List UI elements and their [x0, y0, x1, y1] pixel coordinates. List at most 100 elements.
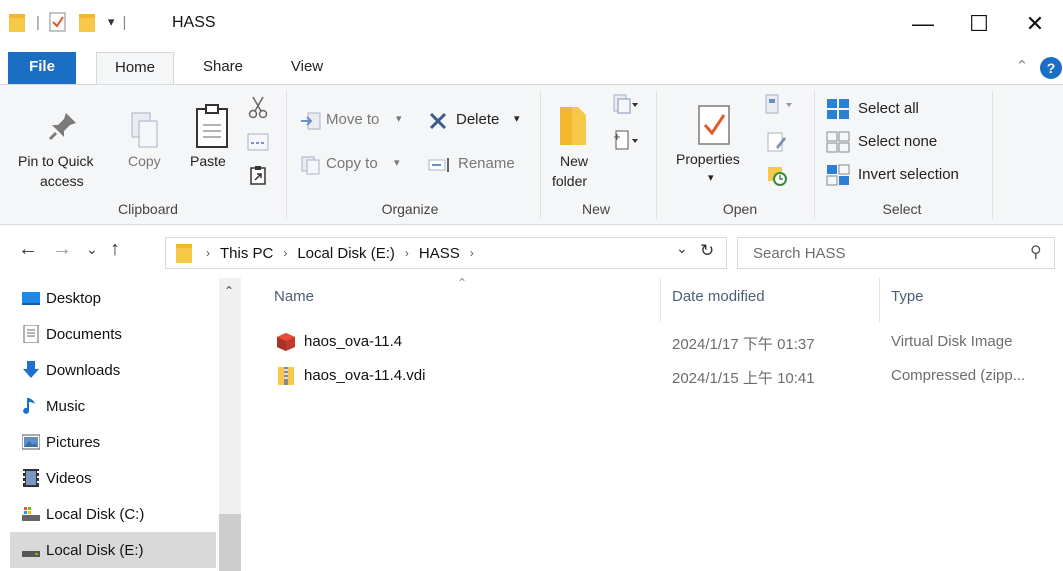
recent-locations-button[interactable]: ⌄ [86, 241, 98, 258]
properties-check-icon[interactable] [48, 11, 68, 33]
select-none-button[interactable]: Select none [826, 130, 976, 156]
column-header-date-modified[interactable]: Date modified [672, 288, 765, 305]
properties-icon [698, 105, 730, 145]
help-glyph: ? [1046, 60, 1056, 76]
sort-indicator-icon: ⌃ [457, 276, 468, 290]
nav-label: Videos [46, 469, 92, 487]
address-bar[interactable]: › This PC › Local Disk (E:) › HASS › ⌄ ↻ [165, 237, 727, 269]
minimize-button[interactable]: — [895, 0, 951, 48]
file-name: haos_ova-11.4.vdi [304, 367, 426, 384]
refresh-button[interactable]: ↻ [700, 241, 714, 261]
paste-shortcut-icon[interactable] [249, 165, 267, 185]
file-list: ⌃ Name Date modified Type haos_ova-11.4 … [262, 276, 1063, 571]
move-to-label: Move to [326, 111, 380, 128]
nav-item-local-disk-c[interactable]: Local Disk (C:) [10, 496, 216, 532]
maximize-button[interactable]: ☐ [951, 0, 1007, 48]
move-to-dropdown: ▾ [396, 113, 402, 125]
folder-icon[interactable] [8, 11, 28, 33]
select-all-label: Select all [858, 100, 919, 117]
search-input[interactable]: Search HASS [753, 245, 846, 262]
nav-item-desktop[interactable]: Desktop [10, 280, 216, 316]
organize-group-label: Organize [381, 201, 439, 217]
breadcrumb-separator[interactable]: › [283, 246, 287, 260]
tab-file[interactable]: File [8, 52, 76, 84]
cut-icon[interactable] [248, 95, 268, 119]
easy-access-icon[interactable] [612, 129, 638, 153]
new-folder-label-line2: folder [552, 173, 588, 189]
nav-item-local-disk-e[interactable]: Local Disk (E:) [10, 532, 216, 568]
breadcrumb-local-disk-e[interactable]: Local Disk (E:) [297, 245, 395, 262]
column-divider[interactable] [660, 278, 661, 322]
nav-label: Downloads [46, 361, 121, 379]
qa-customize-dropdown[interactable]: ▾ [108, 14, 115, 30]
new-folder-icon[interactable] [78, 11, 100, 33]
copy-button[interactable]: Copy [122, 105, 172, 175]
nav-scroll-up-button[interactable]: ⌃ [224, 284, 234, 298]
close-button[interactable]: ✕ [1007, 0, 1063, 48]
copy-path-icon[interactable] [247, 133, 269, 151]
ribbon-separator [540, 91, 541, 219]
column-divider[interactable] [879, 278, 880, 322]
paste-icon [196, 104, 228, 148]
invert-selection-button[interactable]: Invert selection [826, 163, 986, 189]
zip-folder-icon [278, 367, 294, 385]
rename-label: Rename [458, 155, 515, 172]
tab-home[interactable]: Home [96, 52, 174, 85]
nav-item-music[interactable]: Music [10, 388, 216, 424]
tab-view[interactable]: View [276, 52, 338, 84]
breadcrumb-separator[interactable]: › [405, 246, 409, 260]
clipboard-group-label: Clipboard [118, 201, 178, 217]
breadcrumb-separator[interactable]: › [470, 246, 474, 260]
qa-divider: | [122, 13, 127, 31]
nav-item-downloads[interactable]: Downloads [10, 352, 216, 388]
ribbon-separator [286, 91, 287, 219]
edit-icon[interactable] [766, 131, 788, 153]
file-type: Virtual Disk Image [891, 333, 1013, 350]
copy-label: Copy [128, 153, 161, 169]
pin-to-quick-access-button[interactable]: Pin to Quick access [14, 105, 110, 195]
table-row[interactable]: haos_ova-11.4 2024/1/17 下午 01:37 Virtual… [262, 328, 1063, 356]
address-history-dropdown[interactable]: ⌄ [676, 240, 688, 257]
pin-label: Pin to Quick [18, 153, 94, 169]
new-folder-icon [560, 107, 586, 145]
breadcrumb-separator[interactable]: › [206, 246, 210, 260]
open-icon[interactable] [764, 93, 794, 117]
new-folder-button[interactable]: New folder [550, 99, 606, 189]
forward-button[interactable]: → [52, 238, 72, 261]
nav-scrollbar-thumb[interactable] [219, 514, 241, 571]
nav-item-documents[interactable]: Documents [10, 316, 216, 352]
downloads-icon [23, 361, 39, 378]
new-folder-label: New [560, 153, 589, 169]
desktop-icon [22, 292, 40, 305]
properties-button[interactable]: Properties ▾ [672, 99, 758, 189]
paste-button[interactable]: Paste [186, 99, 238, 175]
new-item-icon[interactable] [612, 93, 638, 117]
column-header-type[interactable]: Type [891, 288, 924, 305]
select-all-button[interactable]: Select all [826, 97, 976, 123]
search-icon[interactable]: ⚲ [1030, 242, 1042, 262]
ribbon-separator [814, 91, 815, 219]
breadcrumb-hass[interactable]: HASS [419, 245, 460, 262]
breadcrumb-this-pc[interactable]: This PC [220, 245, 273, 262]
nav-label: Music [46, 397, 86, 415]
select-all-icon [827, 99, 849, 119]
select-none-label: Select none [858, 133, 938, 150]
help-icon[interactable]: ? [1040, 57, 1062, 79]
collapse-ribbon-button[interactable]: ⌃ [1012, 52, 1032, 84]
history-icon[interactable] [766, 165, 788, 187]
copy-to-button[interactable]: Copy to ▾ [300, 151, 410, 179]
system-drive-icon [22, 507, 40, 521]
tab-share[interactable]: Share [190, 52, 256, 84]
nav-item-videos[interactable]: Videos [10, 460, 216, 496]
back-button[interactable]: ← [18, 238, 38, 261]
move-to-button[interactable]: Move to ▾ [300, 107, 410, 135]
folder-icon [176, 244, 192, 263]
copy-to-dropdown: ▾ [394, 157, 400, 169]
delete-button[interactable]: Delete ▾ [428, 107, 530, 135]
nav-item-pictures[interactable]: Pictures [10, 424, 216, 460]
search-box[interactable]: Search HASS ⚲ [737, 237, 1055, 269]
up-button[interactable]: ↑ [110, 238, 120, 261]
rename-button[interactable]: Rename [428, 151, 530, 179]
column-header-name[interactable]: Name [274, 288, 314, 305]
table-row[interactable]: haos_ova-11.4.vdi 2024/1/15 上午 10:41 Com… [262, 362, 1063, 390]
